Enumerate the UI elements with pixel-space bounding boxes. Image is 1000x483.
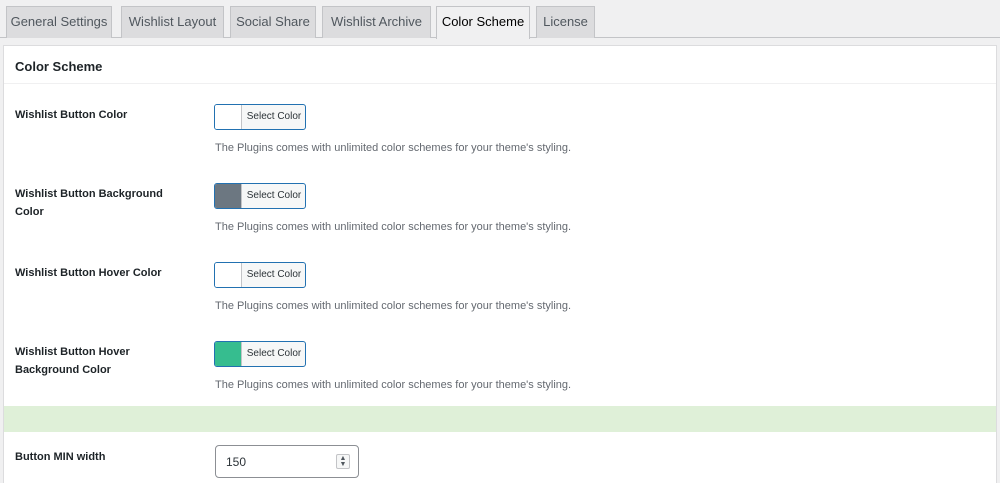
tab-license[interactable]: License [536,6,595,38]
field-description: The Plugins comes with unlimited color s… [215,300,572,312]
select-color-label: Select Color [246,348,302,359]
color-swatch [215,105,242,129]
color-swatch [215,184,242,208]
tab-social-share[interactable]: Social Share [230,6,316,38]
field-label: Wishlist Button Hover Background Color [15,346,130,376]
min-width-input[interactable]: 150 ▲ ▼ [215,445,359,478]
field-description: The Plugins comes with unlimited color s… [215,221,572,233]
settings-tab-bar: General Settings Wishlist Layout Social … [0,0,1000,39]
field-label: Wishlist Button Color [15,109,128,121]
field-description: The Plugins comes with unlimited color s… [215,379,572,391]
tab-wishlist-layout[interactable]: Wishlist Layout [121,6,224,38]
field-label: Wishlist Button Background Color [15,188,163,218]
min-width-value: 150 [226,455,247,469]
select-color-label: Select Color [246,190,302,201]
section-divider [4,406,996,432]
panel-header: Color Scheme [4,46,996,84]
select-color-button[interactable]: Select Color [214,104,306,130]
section-title: Color Scheme [15,59,103,74]
up-down-arrows-icon[interactable]: ▲ ▼ [336,454,350,469]
tab-general-settings[interactable]: General Settings [6,6,112,38]
color-swatch [215,342,242,366]
field-label: Wishlist Button Hover Color [15,267,162,279]
tab-wishlist-archive[interactable]: Wishlist Archive [322,6,431,38]
select-color-button[interactable]: Select Color [214,262,306,288]
settings-panel: Color Scheme Wishlist Button Color Selec… [3,45,997,483]
select-color-label: Select Color [246,111,302,122]
tab-color-scheme[interactable]: Color Scheme [436,6,530,39]
select-color-button[interactable]: Select Color [214,183,306,209]
select-color-label: Select Color [246,269,302,280]
color-swatch [215,263,242,287]
select-color-button[interactable]: Select Color [214,341,306,367]
field-label: Button MIN width [15,451,106,463]
field-description: The Plugins comes with unlimited color s… [215,142,572,154]
